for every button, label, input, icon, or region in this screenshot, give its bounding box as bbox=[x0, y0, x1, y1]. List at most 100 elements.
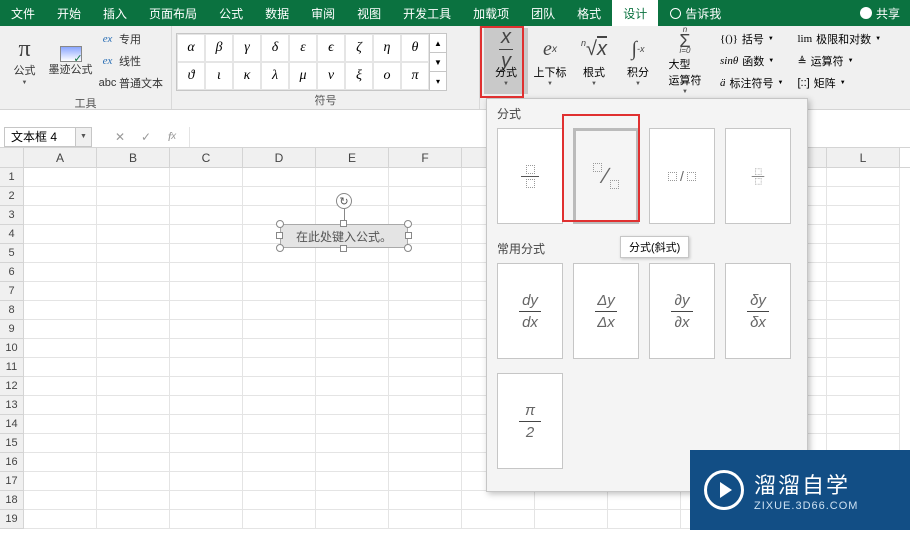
symbol-cell[interactable]: β bbox=[205, 34, 233, 62]
function-button[interactable]: sinθ 函数 ▼ bbox=[716, 50, 787, 72]
resize-handle[interactable] bbox=[276, 244, 284, 252]
row-header[interactable]: 14 bbox=[0, 415, 24, 434]
tab-team[interactable]: 团队 bbox=[520, 0, 566, 26]
cell[interactable] bbox=[97, 491, 170, 510]
cell[interactable] bbox=[389, 263, 462, 282]
cell[interactable] bbox=[170, 206, 243, 225]
row-header[interactable]: 12 bbox=[0, 377, 24, 396]
cell[interactable] bbox=[389, 472, 462, 491]
row-header[interactable]: 19 bbox=[0, 510, 24, 529]
cell[interactable] bbox=[827, 415, 900, 434]
cell[interactable] bbox=[316, 339, 389, 358]
fraction-small[interactable] bbox=[725, 128, 791, 224]
equation-button[interactable]: π 公式 ▼ bbox=[4, 28, 45, 94]
symbol-cell[interactable]: ϑ bbox=[177, 62, 205, 90]
symbol-cell[interactable]: ν bbox=[317, 62, 345, 90]
cell[interactable] bbox=[97, 339, 170, 358]
cell[interactable] bbox=[97, 434, 170, 453]
common-fraction-tile[interactable]: ∂y∂x bbox=[649, 263, 715, 359]
cell[interactable] bbox=[24, 320, 97, 339]
tab-insert[interactable]: 插入 bbox=[92, 0, 138, 26]
tab-page-layout[interactable]: 页面布局 bbox=[138, 0, 208, 26]
large-operator-button[interactable]: nΣi=0 大型运算符 ▼ bbox=[660, 28, 710, 94]
cell[interactable] bbox=[243, 415, 316, 434]
cell[interactable] bbox=[24, 282, 97, 301]
symbol-cell[interactable]: α bbox=[177, 34, 205, 62]
cell[interactable] bbox=[389, 453, 462, 472]
cell[interactable] bbox=[316, 510, 389, 529]
symbol-cell[interactable]: κ bbox=[233, 62, 261, 90]
cell[interactable] bbox=[827, 377, 900, 396]
cell[interactable] bbox=[827, 396, 900, 415]
cell[interactable] bbox=[389, 339, 462, 358]
symbol-cell[interactable]: ϵ bbox=[317, 34, 345, 62]
tab-equation-design[interactable]: 设计 bbox=[612, 0, 658, 26]
equation-object[interactable]: 在此处键入公式。 bbox=[280, 224, 408, 248]
cell[interactable] bbox=[170, 225, 243, 244]
cell[interactable] bbox=[24, 472, 97, 491]
resize-handle[interactable] bbox=[276, 232, 283, 239]
integral-button[interactable]: ∫-x 积分 ▼ bbox=[616, 28, 660, 94]
column-header[interactable]: A bbox=[24, 148, 97, 167]
row-header[interactable]: 11 bbox=[0, 358, 24, 377]
cell[interactable] bbox=[827, 301, 900, 320]
cell[interactable] bbox=[243, 168, 316, 187]
cell[interactable] bbox=[389, 301, 462, 320]
name-box[interactable]: 文本框 4 ▼ bbox=[4, 127, 92, 147]
fraction-skewed[interactable]: ∕ bbox=[573, 128, 639, 224]
cell[interactable] bbox=[389, 396, 462, 415]
cell[interactable] bbox=[24, 168, 97, 187]
row-header[interactable]: 7 bbox=[0, 282, 24, 301]
fraction-linear[interactable]: / bbox=[649, 128, 715, 224]
row-header[interactable]: 1 bbox=[0, 168, 24, 187]
row-header[interactable]: 9 bbox=[0, 320, 24, 339]
cell[interactable] bbox=[316, 187, 389, 206]
cell[interactable] bbox=[389, 510, 462, 529]
row-header[interactable]: 8 bbox=[0, 301, 24, 320]
cell[interactable] bbox=[97, 244, 170, 263]
tab-format[interactable]: 格式 bbox=[566, 0, 612, 26]
cell[interactable] bbox=[243, 282, 316, 301]
cell[interactable] bbox=[316, 320, 389, 339]
cell[interactable] bbox=[170, 510, 243, 529]
cell[interactable] bbox=[97, 225, 170, 244]
cell[interactable] bbox=[97, 282, 170, 301]
cell[interactable] bbox=[243, 301, 316, 320]
cell[interactable] bbox=[608, 510, 681, 529]
cell[interactable] bbox=[97, 453, 170, 472]
symbol-cell[interactable]: ξ bbox=[345, 62, 373, 90]
cell[interactable] bbox=[535, 491, 608, 510]
cell[interactable] bbox=[389, 282, 462, 301]
cell[interactable] bbox=[97, 396, 170, 415]
linear-button[interactable]: ex 线性 bbox=[96, 50, 167, 72]
symbol-gallery[interactable]: αβγδεϵζηθϑικλμνξοπ bbox=[176, 33, 430, 91]
cell[interactable] bbox=[608, 491, 681, 510]
cell[interactable] bbox=[243, 510, 316, 529]
symbol-cell[interactable]: δ bbox=[261, 34, 289, 62]
tab-developer[interactable]: 开发工具 bbox=[392, 0, 462, 26]
cell[interactable] bbox=[97, 415, 170, 434]
cell[interactable] bbox=[827, 168, 900, 187]
cell[interactable] bbox=[827, 244, 900, 263]
cell[interactable] bbox=[170, 491, 243, 510]
tell-me[interactable]: 告诉我 bbox=[670, 0, 721, 26]
row-header[interactable]: 13 bbox=[0, 396, 24, 415]
normal-text-button[interactable]: abc 普通文本 bbox=[96, 72, 167, 94]
cell[interactable] bbox=[316, 263, 389, 282]
cell[interactable] bbox=[389, 206, 462, 225]
cell[interactable] bbox=[24, 453, 97, 472]
cell[interactable] bbox=[316, 358, 389, 377]
row-header[interactable]: 2 bbox=[0, 187, 24, 206]
share-button[interactable]: 共享 bbox=[850, 0, 910, 26]
cell[interactable] bbox=[24, 206, 97, 225]
column-header[interactable]: D bbox=[243, 148, 316, 167]
cell[interactable] bbox=[24, 396, 97, 415]
bracket-button[interactable]: {()} 括号 ▼ bbox=[716, 28, 787, 50]
symbol-cell[interactable]: η bbox=[373, 34, 401, 62]
cell[interactable] bbox=[170, 434, 243, 453]
tab-data[interactable]: 数据 bbox=[254, 0, 300, 26]
cell[interactable] bbox=[97, 377, 170, 396]
symbol-cell[interactable]: ε bbox=[289, 34, 317, 62]
symbol-cell[interactable]: μ bbox=[289, 62, 317, 90]
resize-handle[interactable] bbox=[404, 220, 412, 228]
